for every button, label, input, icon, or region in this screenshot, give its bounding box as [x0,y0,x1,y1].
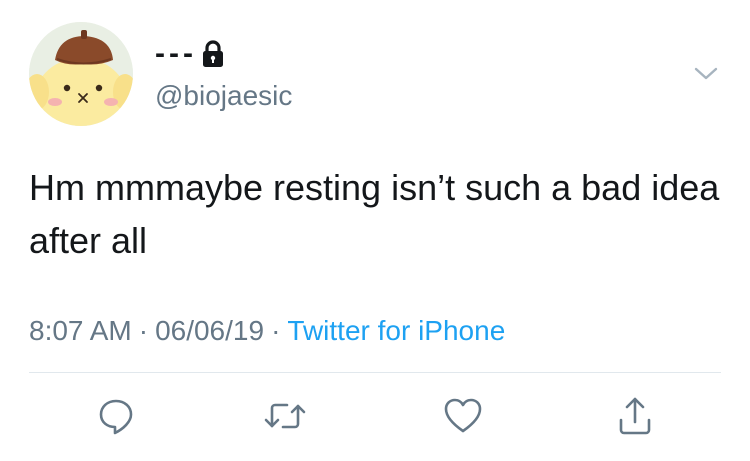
tweet-text: Hm mmmaybe resting isn’t such a bad idea… [29,167,720,261]
pompompurin-avatar-image [29,22,133,126]
divider [29,372,721,373]
separator-dot: · [138,315,149,346]
tweet-date: 06/06/19 [155,315,265,346]
author-name-row: --- [155,36,225,72]
reply-icon[interactable] [90,390,142,442]
tweet-time: 8:07 AM [29,315,132,346]
separator-dot: · [271,315,281,346]
chevron-down-icon[interactable] [690,60,722,86]
display-name[interactable]: --- [155,39,197,69]
avatar[interactable] [29,22,133,126]
lock-icon [201,39,225,69]
retweet-icon[interactable] [259,390,311,442]
tweet-actions [0,390,750,442]
tweet-metadata: 8:07 AM · 06/06/19 · Twitter for iPhone [29,313,505,349]
tweet-source-link[interactable]: Twitter for iPhone [287,315,505,346]
user-handle[interactable]: @biojaesic [155,80,292,112]
share-icon[interactable] [609,390,661,442]
like-icon[interactable] [437,390,489,442]
